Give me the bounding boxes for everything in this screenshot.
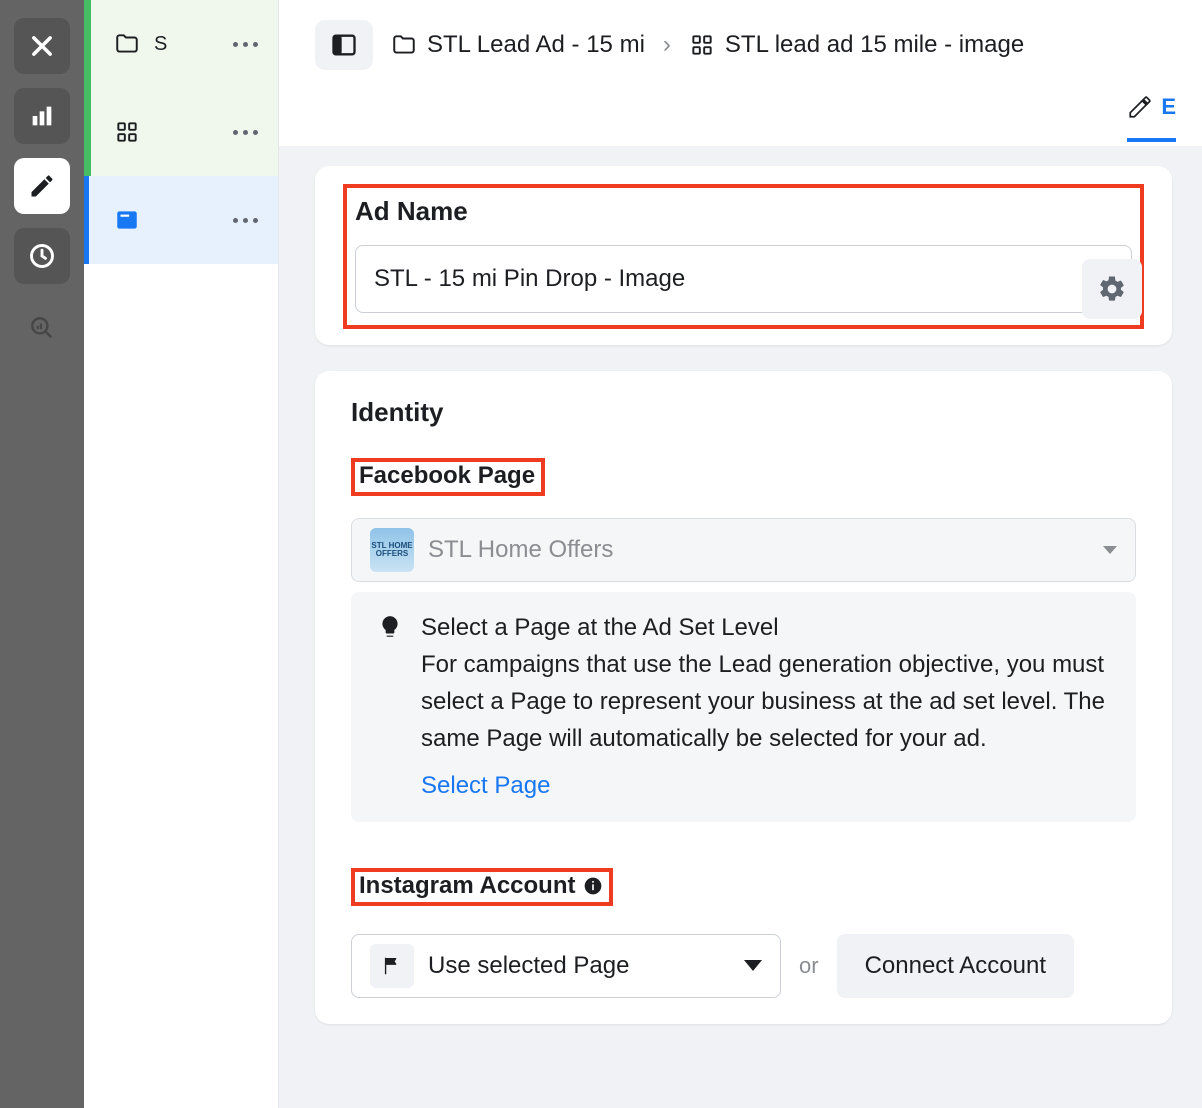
tree-item-ad[interactable]: [84, 176, 278, 264]
status-bar-active: [84, 0, 91, 88]
panel-toggle-button[interactable]: [315, 20, 373, 70]
grid-icon: [114, 119, 140, 145]
pencil-icon: [1127, 94, 1153, 120]
info-icon[interactable]: [583, 876, 603, 896]
page-tip-box: Select a Page at the Ad Set Level For ca…: [351, 592, 1136, 822]
chevron-down-icon: [744, 960, 762, 971]
folder-icon: [114, 31, 140, 57]
clock-icon: [28, 242, 56, 270]
folder-icon: [391, 32, 417, 58]
breadcrumb-adset[interactable]: STL lead ad 15 mile - image: [689, 31, 1024, 59]
select-page-link[interactable]: Select Page: [421, 772, 550, 800]
campaign-tree: S: [84, 0, 279, 1108]
flag-icon: [370, 944, 414, 988]
tree-campaign-label: S: [154, 33, 167, 56]
instagram-account-value: Use selected Page: [428, 952, 730, 980]
chevron-right-icon: ›: [663, 31, 671, 59]
identity-label: Identity: [351, 397, 1136, 428]
panel-icon: [330, 31, 358, 59]
ad-name-card: Ad Name: [315, 166, 1172, 345]
status-bar-active: [84, 88, 91, 176]
facebook-page-name: STL Home Offers: [428, 536, 1089, 564]
lightbulb-icon: [377, 614, 403, 800]
breadcrumb-campaign-label: STL Lead Ad - 15 mi: [427, 31, 645, 59]
chart-magnify-icon: [29, 315, 55, 341]
ad-name-input[interactable]: [355, 245, 1132, 313]
tip-body: For campaigns that use the Lead generati…: [421, 646, 1110, 758]
grid-icon: [689, 32, 715, 58]
more-icon[interactable]: [233, 130, 258, 135]
breadcrumb-adset-label: STL lead ad 15 mile - image: [725, 31, 1024, 59]
close-button[interactable]: [14, 18, 70, 74]
selected-indicator: [84, 176, 89, 264]
more-icon[interactable]: [233, 218, 258, 223]
tab-edit[interactable]: E: [1127, 84, 1176, 142]
connect-account-button[interactable]: Connect Account: [837, 934, 1074, 998]
tab-edit-label: E: [1161, 94, 1176, 120]
left-rail: [0, 0, 84, 1108]
facebook-page-label: Facebook Page: [351, 458, 545, 496]
inspect-button[interactable]: [22, 308, 62, 348]
ad-name-settings-button[interactable]: [1082, 259, 1142, 319]
or-label: or: [799, 953, 819, 979]
breadcrumb-bar: STL Lead Ad - 15 mi › STL lead ad 15 mil…: [279, 0, 1202, 146]
chevron-down-icon: [1103, 546, 1117, 554]
ad-icon: [114, 207, 140, 233]
gear-icon: [1097, 274, 1127, 304]
breadcrumb-campaign[interactable]: STL Lead Ad - 15 mi: [391, 31, 645, 59]
main-panel: STL Lead Ad - 15 mi › STL lead ad 15 mil…: [279, 0, 1202, 1108]
tree-item-adset[interactable]: [84, 88, 278, 176]
identity-card: Identity Facebook Page STL HOMEOFFERS ST…: [315, 371, 1172, 1024]
tip-title: Select a Page at the Ad Set Level: [421, 614, 1110, 642]
facebook-page-select[interactable]: STL HOMEOFFERS STL Home Offers: [351, 518, 1136, 582]
tree-item-campaign[interactable]: S: [84, 0, 278, 88]
connect-account-label: Connect Account: [865, 952, 1046, 980]
edit-button[interactable]: [14, 158, 70, 214]
history-button[interactable]: [14, 228, 70, 284]
charts-button[interactable]: [14, 88, 70, 144]
more-icon[interactable]: [233, 42, 258, 47]
page-thumbnail: STL HOMEOFFERS: [370, 528, 414, 572]
instagram-account-select[interactable]: Use selected Page: [351, 934, 781, 998]
pencil-icon: [28, 172, 56, 200]
close-icon: [28, 32, 56, 60]
instagram-account-label: Instagram Account: [359, 872, 575, 900]
bar-chart-icon: [28, 102, 56, 130]
ad-name-label: Ad Name: [355, 196, 1132, 227]
